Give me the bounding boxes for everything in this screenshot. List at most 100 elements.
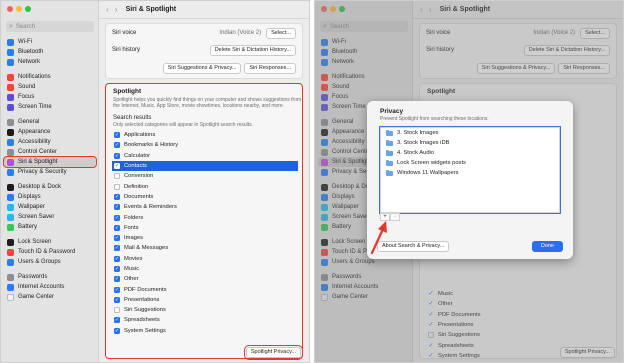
- checkbox-checked-icon[interactable]: ✓: [114, 327, 120, 334]
- sidebar-item-wi-fi[interactable]: Wi-Fi: [4, 37, 96, 47]
- category-spreadsheets[interactable]: ✓ Spreadsheets: [112, 315, 298, 325]
- category-conversion[interactable]: Conversion: [112, 171, 298, 181]
- excluded-folder-item[interactable]: 4. Stock Audio: [381, 148, 559, 158]
- sidebar-item-accessibility[interactable]: Accessibility: [4, 137, 96, 147]
- category-system-settings[interactable]: ✓ System Settings: [112, 326, 298, 336]
- screen-time-icon: [7, 103, 14, 111]
- select-voice-button[interactable]: Select...: [266, 27, 296, 39]
- sidebar-item-displays[interactable]: Displays: [4, 192, 96, 202]
- category-other[interactable]: ✓ Other: [112, 274, 298, 284]
- excluded-folder-item[interactable]: Lock Screen widgets posts: [381, 158, 559, 168]
- sidebar-item-lock-screen[interactable]: Lock Screen: [4, 237, 96, 247]
- checkbox-checked-icon[interactable]: ✓: [114, 235, 120, 242]
- sidebar-item-screen-saver[interactable]: Screen Saver: [4, 212, 96, 222]
- checkbox-unchecked-icon[interactable]: [114, 183, 120, 190]
- category-events-and-reminders[interactable]: ✓ Events & Reminders: [112, 202, 298, 212]
- category-pdf-documents[interactable]: ✓ PDF Documents: [112, 284, 298, 294]
- settings-window-before: ⌕ Search Wi-Fi Bluetooth Network Notificati…: [0, 0, 310, 363]
- sidebar-item-siri-and-spotlight[interactable]: Siri & Spotlight: [3, 156, 97, 168]
- category-documents[interactable]: ✓ Documents: [112, 192, 298, 202]
- siri-responses-button[interactable]: Siri Responses...: [244, 63, 296, 74]
- add-remove-controls: + −: [380, 213, 400, 221]
- checkbox-unchecked-icon[interactable]: [114, 307, 120, 314]
- checkbox-checked-icon[interactable]: ✓: [114, 296, 120, 303]
- sidebar-item-screen-time[interactable]: Screen Time: [4, 102, 96, 112]
- category-folders[interactable]: ✓ Folders: [112, 212, 298, 222]
- remove-location-button[interactable]: −: [390, 213, 400, 221]
- content-pane: Siri voice Indian (Voice 2) Select... Si…: [99, 19, 309, 362]
- sidebar-item-internet-accounts[interactable]: Internet Accounts: [4, 282, 96, 292]
- focus-icon: [7, 93, 14, 101]
- checkbox-checked-icon[interactable]: ✓: [114, 255, 120, 262]
- sidebar-item-notifications[interactable]: Notifications: [4, 72, 96, 82]
- sidebar-item-appearance[interactable]: Appearance: [4, 127, 96, 137]
- category-calculator[interactable]: ✓ Calculator: [112, 151, 298, 161]
- zoom-window-button[interactable]: [25, 6, 31, 12]
- checkbox-checked-icon[interactable]: ✓: [114, 245, 120, 252]
- delete-history-button[interactable]: Delete Siri & Dictation History...: [209, 44, 296, 56]
- siri-suggestions-privacy-button[interactable]: Siri Suggestions & Privacy...: [162, 63, 242, 74]
- category-label: Conversion: [124, 173, 154, 180]
- category-music[interactable]: ✓ Music: [112, 264, 298, 274]
- sidebar-item-desktop-and-dock[interactable]: Desktop & Dock: [4, 182, 96, 192]
- sidebar-item-bluetooth[interactable]: Bluetooth: [4, 47, 96, 57]
- checkbox-checked-icon[interactable]: ✓: [114, 286, 120, 293]
- checkbox-checked-icon[interactable]: ✓: [114, 142, 120, 149]
- checkbox-checked-icon[interactable]: ✓: [114, 266, 120, 272]
- lock-screen-icon: [7, 238, 14, 246]
- search-results-heading: Search results: [113, 115, 152, 121]
- checkbox-checked-icon[interactable]: ✓: [114, 152, 120, 159]
- add-location-button[interactable]: +: [380, 213, 390, 221]
- category-presentations[interactable]: ✓ Presentations: [112, 295, 298, 305]
- category-siri-suggestions[interactable]: Siri Suggestions: [112, 305, 298, 315]
- checkbox-checked-icon[interactable]: ✓: [114, 276, 120, 283]
- sidebar-item-control-center[interactable]: Control Center: [4, 147, 96, 157]
- checkbox-checked-icon[interactable]: ✓: [114, 214, 120, 221]
- sidebar-item-battery[interactable]: Battery: [4, 222, 96, 232]
- category-definition[interactable]: Definition: [112, 181, 298, 191]
- sidebar-search-input[interactable]: ⌕ Search: [6, 21, 94, 32]
- internet-accounts-icon: [7, 283, 14, 291]
- category-mail-and-messages[interactable]: ✓ Mail & Messages: [112, 243, 298, 253]
- checkbox-checked-icon[interactable]: ✓: [114, 193, 120, 200]
- excluded-folder-item[interactable]: 3. Stock Images: [381, 128, 559, 138]
- spotlight-privacy-button[interactable]: Spotlight Privacy...: [243, 345, 304, 360]
- category-fonts[interactable]: ✓ Fonts: [112, 223, 298, 233]
- category-contacts[interactable]: ✓ Contacts: [112, 160, 298, 172]
- sidebar-item-users-and-groups[interactable]: Users & Groups: [4, 257, 96, 267]
- checkbox-checked-icon[interactable]: ✓: [114, 224, 120, 231]
- sidebar-item-passwords[interactable]: Passwords: [4, 272, 96, 282]
- checkbox-checked-icon[interactable]: ✓: [114, 317, 120, 324]
- privacy-dialog: Privacy Prevent Spotlight from searching…: [367, 101, 573, 259]
- checkbox-checked-icon[interactable]: ✓: [114, 163, 120, 170]
- category-movies[interactable]: ✓ Movies: [112, 254, 298, 264]
- sidebar-item-label: Notifications: [18, 74, 51, 80]
- checkbox-checked-icon[interactable]: ✓: [114, 204, 120, 211]
- sidebar-item-sound[interactable]: Sound: [4, 82, 96, 92]
- excluded-folders-list[interactable]: 3. Stock Images 3. Stock Images iDB 4. Sto…: [379, 126, 561, 214]
- sidebar-item-network[interactable]: Network: [4, 57, 96, 67]
- sidebar-item-privacy-and-security[interactable]: Privacy & Security: [4, 167, 96, 177]
- folder-label: Lock Screen widgets posts: [397, 160, 466, 166]
- sidebar-item-general[interactable]: General: [4, 117, 96, 127]
- close-window-button[interactable]: [7, 6, 13, 12]
- sidebar-item-label: Game Center: [18, 294, 55, 300]
- checkbox-unchecked-icon[interactable]: [114, 173, 120, 180]
- sidebar-item-wallpaper[interactable]: Wallpaper: [4, 202, 96, 212]
- sidebar-item-game-center[interactable]: Game Center: [4, 292, 96, 302]
- category-images[interactable]: ✓ Images: [112, 233, 298, 243]
- category-applications[interactable]: ✓ Applications: [112, 130, 298, 140]
- excluded-folder-item[interactable]: 3. Stock Images iDB: [381, 138, 559, 148]
- checkbox-checked-icon[interactable]: ✓: [114, 132, 120, 139]
- minimize-window-button[interactable]: [16, 6, 22, 12]
- sidebar-item-touch-id-and-password[interactable]: Touch ID & Password: [4, 247, 96, 257]
- about-search-privacy-button[interactable]: About Search & Privacy...: [377, 241, 450, 252]
- category-bookmarks-and-history[interactable]: ✓ Bookmarks & History: [112, 140, 298, 150]
- done-button[interactable]: Done: [531, 241, 563, 252]
- sidebar-item-label: Appearance: [18, 129, 51, 135]
- siri-settings-card: Siri voice Indian (Voice 2) Select... Si…: [105, 23, 303, 79]
- nav-arrows-icon[interactable]: ‹ ›: [106, 5, 120, 14]
- excluded-folder-item[interactable]: Windows 11 Wallpapers: [381, 168, 559, 178]
- sidebar-item-focus[interactable]: Focus: [4, 92, 96, 102]
- folder-icon: [386, 149, 393, 156]
